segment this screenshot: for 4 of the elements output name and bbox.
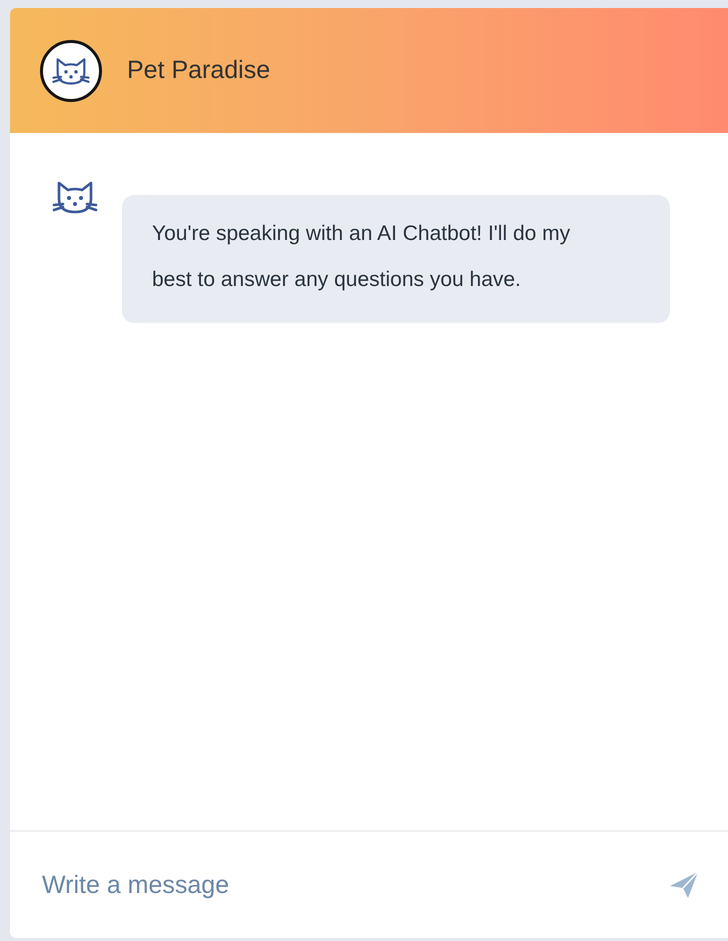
send-icon[interactable] xyxy=(668,870,700,900)
chat-title: Pet Paradise xyxy=(127,56,270,85)
message-bubble: You're speaking with an AI Chatbot! I'll do my best to answer any questions you have. xyxy=(122,195,670,323)
message-input[interactable]: Write a message xyxy=(40,870,668,900)
